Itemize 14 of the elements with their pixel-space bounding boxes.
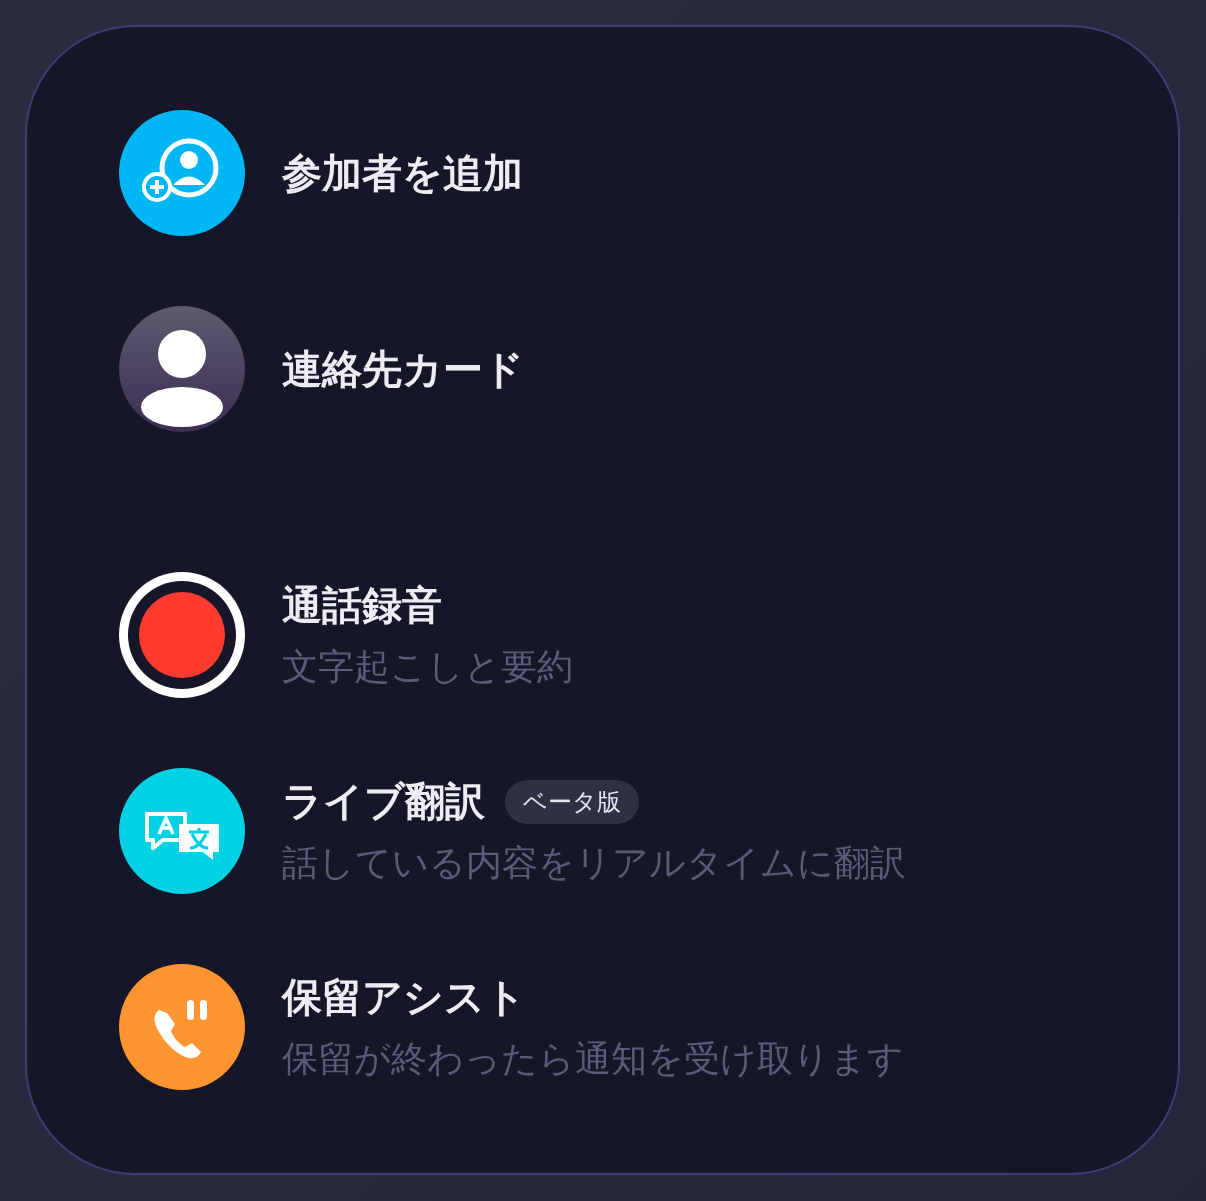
item-description: 話している内容をリアルタイムに翻訳 [282,841,906,885]
item-description: 文字起こしと要約 [282,645,573,689]
menu-item[interactable]: 参加者を追加 [282,145,523,201]
add-person-icon [119,110,245,236]
menu-item[interactable]: 保留アシスト [282,970,526,1025]
translate-icon [119,768,245,894]
menu-item[interactable]: 通話録音 [282,578,442,633]
person-avatar-icon [119,306,245,432]
beta-badge: ベータ版 [505,779,639,824]
menu-item[interactable]: ライブ翻訳 [282,774,485,829]
record-icon [119,572,245,698]
phone-pause-icon [119,964,245,1090]
menu-item[interactable]: 連絡先カード [282,341,524,397]
item-description: 保留が終わったら通知を受け取ります [282,1037,904,1081]
